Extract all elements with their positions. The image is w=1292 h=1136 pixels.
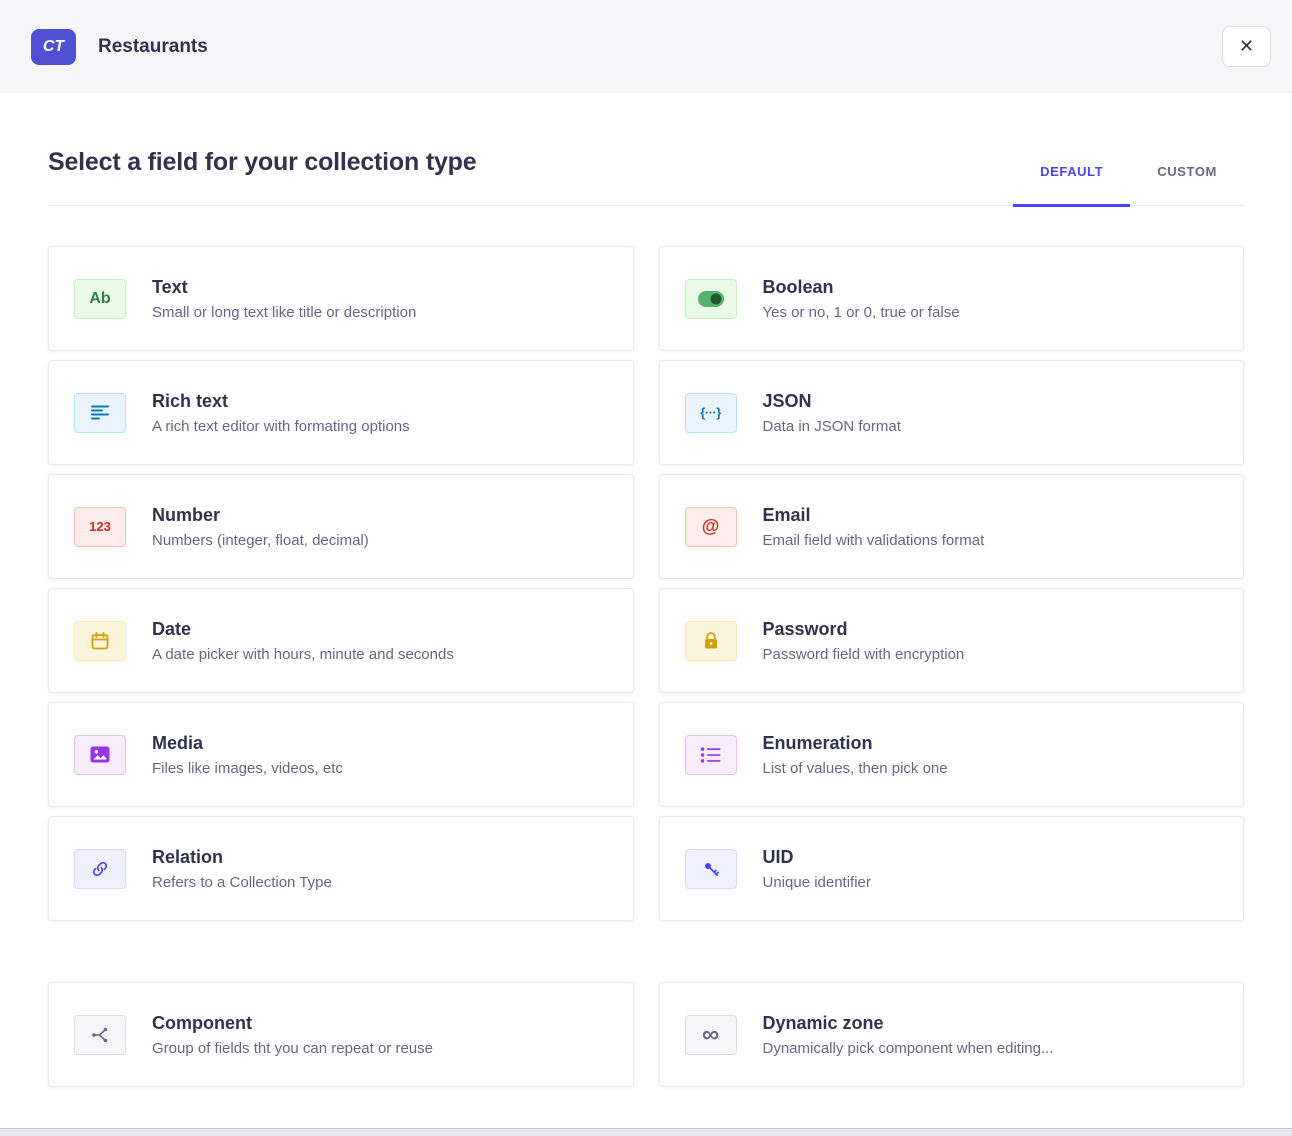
- field-card-relation[interactable]: Relation Refers to a Collection Type: [48, 816, 634, 921]
- field-card-text[interactable]: Ab Text Small or long text like title or…: [48, 246, 634, 351]
- extra-field-grid: Component Group of fields tht you can re…: [48, 982, 1244, 1087]
- json-glyph: {···}: [700, 405, 721, 420]
- collection-name-title: Restaurants: [98, 36, 208, 58]
- field-text: Media Files like images, videos, etc: [152, 733, 343, 777]
- modal-header: CT Restaurants ✕: [0, 0, 1292, 93]
- field-name: Relation: [152, 847, 332, 868]
- text-glyph: Ab: [89, 290, 110, 308]
- field-name: Text: [152, 277, 416, 298]
- field-text: Component Group of fields tht you can re…: [152, 1013, 433, 1057]
- tab-custom[interactable]: CUSTOM: [1130, 164, 1244, 205]
- number-glyph: 123: [89, 519, 111, 534]
- field-description: Numbers (integer, float, decimal): [152, 532, 369, 549]
- number-field-icon: 123: [74, 507, 126, 547]
- field-name: Rich text: [152, 391, 410, 412]
- field-name: Boolean: [763, 277, 960, 298]
- field-text: UID Unique identifier: [763, 847, 871, 891]
- infinity-glyph: ∞: [702, 1023, 719, 1047]
- field-description: Password field with encryption: [763, 646, 965, 663]
- lock-icon: [702, 631, 720, 650]
- field-name: Date: [152, 619, 454, 640]
- field-description: Refers to a Collection Type: [152, 874, 332, 891]
- field-card-uid[interactable]: UID Unique identifier: [659, 816, 1245, 921]
- modal-bottom-edge: [0, 1128, 1292, 1136]
- field-card-component[interactable]: Component Group of fields tht you can re…: [48, 982, 634, 1087]
- enumeration-field-icon: [685, 735, 737, 775]
- field-description: Group of fields tht you can repeat or re…: [152, 1040, 433, 1057]
- modal-body: Select a field for your collection type …: [0, 148, 1292, 1087]
- field-text: Password Password field with encryption: [763, 619, 965, 663]
- field-card-password[interactable]: Password Password field with encryption: [659, 588, 1245, 693]
- field-description: List of values, then pick one: [763, 760, 948, 777]
- field-text: Email Email field with validations forma…: [763, 505, 985, 549]
- branch-icon: [90, 1026, 110, 1044]
- field-description: Unique identifier: [763, 874, 871, 891]
- field-description: A rich text editor with formating option…: [152, 418, 410, 435]
- field-description: Dynamically pick component when editing.…: [763, 1040, 1054, 1057]
- password-field-icon: [685, 621, 737, 661]
- field-text: Boolean Yes or no, 1 or 0, true or false: [763, 277, 960, 321]
- field-description: Yes or no, 1 or 0, true or false: [763, 304, 960, 321]
- tab-default[interactable]: DEFAULT: [1013, 164, 1130, 205]
- field-name: JSON: [763, 391, 901, 412]
- dynamiczone-field-icon: ∞: [685, 1015, 737, 1055]
- field-text: JSON Data in JSON format: [763, 391, 901, 435]
- boolean-field-icon: [685, 279, 737, 319]
- field-card-boolean[interactable]: Boolean Yes or no, 1 or 0, true or false: [659, 246, 1245, 351]
- close-icon: ✕: [1239, 36, 1254, 57]
- tab-bar: DEFAULT CUSTOM: [1013, 164, 1244, 205]
- field-name: Number: [152, 505, 369, 526]
- date-field-icon: [74, 621, 126, 661]
- field-card-enumeration[interactable]: Enumeration List of values, then pick on…: [659, 702, 1245, 807]
- field-text: Date A date picker with hours, minute an…: [152, 619, 454, 663]
- field-card-dynamiczone[interactable]: ∞ Dynamic zone Dynamically pick componen…: [659, 982, 1245, 1087]
- text-lines-icon: [91, 405, 109, 420]
- field-card-json[interactable]: {···} JSON Data in JSON format: [659, 360, 1245, 465]
- page-title: Select a field for your collection type: [48, 148, 476, 177]
- title-row: Select a field for your collection type …: [48, 148, 1244, 206]
- json-field-icon: {···}: [685, 393, 737, 433]
- field-text: Relation Refers to a Collection Type: [152, 847, 332, 891]
- field-name: Enumeration: [763, 733, 948, 754]
- calendar-icon: [90, 631, 110, 651]
- key-icon: [701, 859, 721, 879]
- relation-field-icon: [74, 849, 126, 889]
- field-description: Data in JSON format: [763, 418, 901, 435]
- field-name: Dynamic zone: [763, 1013, 1054, 1034]
- field-description: Small or long text like title or descrip…: [152, 304, 416, 321]
- field-grid: Ab Text Small or long text like title or…: [48, 246, 1244, 921]
- field-description: Files like images, videos, etc: [152, 760, 343, 777]
- field-card-date[interactable]: Date A date picker with hours, minute an…: [48, 588, 634, 693]
- field-name: Email: [763, 505, 985, 526]
- field-description: A date picker with hours, minute and sec…: [152, 646, 454, 663]
- close-button[interactable]: ✕: [1222, 26, 1271, 67]
- field-card-media[interactable]: Media Files like images, videos, etc: [48, 702, 634, 807]
- field-text: Text Small or long text like title or de…: [152, 277, 416, 321]
- picture-icon: [90, 746, 110, 763]
- bullet-list-icon: [701, 747, 721, 763]
- field-card-number[interactable]: 123 Number Numbers (integer, float, deci…: [48, 474, 634, 579]
- chain-link-icon: [90, 859, 110, 879]
- field-card-email[interactable]: @ Email Email field with validations for…: [659, 474, 1245, 579]
- email-field-icon: @: [685, 507, 737, 547]
- field-text: Number Numbers (integer, float, decimal): [152, 505, 369, 549]
- at-sign-glyph: @: [702, 516, 720, 537]
- field-card-richtext[interactable]: Rich text A rich text editor with format…: [48, 360, 634, 465]
- uid-field-icon: [685, 849, 737, 889]
- field-text: Enumeration List of values, then pick on…: [763, 733, 948, 777]
- component-field-icon: [74, 1015, 126, 1055]
- media-field-icon: [74, 735, 126, 775]
- field-text: Dynamic zone Dynamically pick component …: [763, 1013, 1054, 1057]
- field-description: Email field with validations format: [763, 532, 985, 549]
- field-name: Component: [152, 1013, 433, 1034]
- collection-type-badge: CT: [31, 29, 76, 65]
- field-text: Rich text A rich text editor with format…: [152, 391, 410, 435]
- richtext-field-icon: [74, 393, 126, 433]
- field-name: Password: [763, 619, 965, 640]
- toggle-icon: [698, 291, 724, 307]
- field-name: Media: [152, 733, 343, 754]
- field-name: UID: [763, 847, 871, 868]
- text-field-icon: Ab: [74, 279, 126, 319]
